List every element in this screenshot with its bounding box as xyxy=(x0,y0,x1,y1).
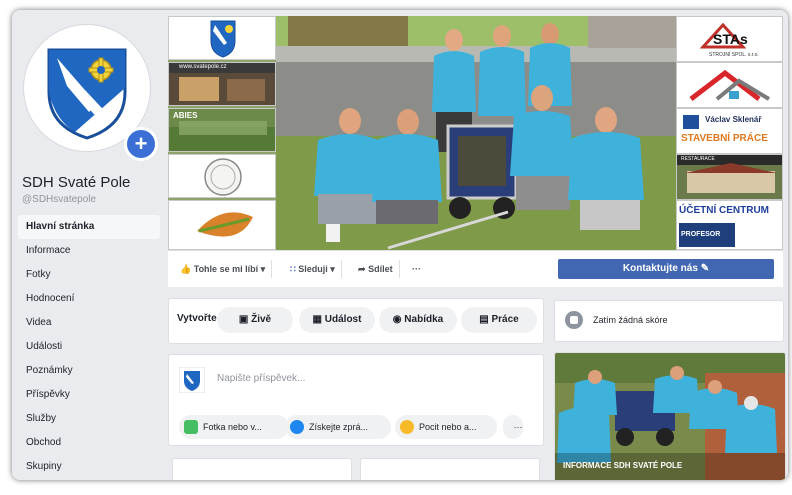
partial-card-right xyxy=(360,458,540,480)
composer-card: Napište příspěvek... Fotka nebo v... Zís… xyxy=(168,354,544,446)
roof-logo xyxy=(689,69,771,101)
coat-of-arms-mini xyxy=(210,20,236,58)
page-avatar-small xyxy=(179,367,205,393)
sklenar-name: Václav Sklenář xyxy=(705,115,762,124)
tag-icon: ◉ xyxy=(392,314,402,325)
sponsor-tile-roof[interactable] xyxy=(676,62,783,108)
job-button[interactable]: ▤ Práce xyxy=(461,307,537,333)
rating-text: Zatím žádná skóre xyxy=(593,315,668,325)
page-navigation: Hlavní stránka Informace Fotky Hodnocení… xyxy=(18,215,160,479)
coat-of-arms-logo xyxy=(47,48,127,140)
rating-card: Zatím žádná skóre xyxy=(554,300,784,342)
photo-icon xyxy=(184,420,198,434)
share-button[interactable]: ➦ Sdílet xyxy=(352,260,400,278)
partial-card-left xyxy=(172,458,352,480)
tile-caption-web: www.svatepole.cz xyxy=(179,64,227,70)
castle-icon xyxy=(683,115,699,129)
page-handle[interactable]: @SDHsvatepole xyxy=(22,194,96,205)
nav-item-services[interactable]: Služby xyxy=(18,407,160,431)
nav-item-events[interactable]: Události xyxy=(18,335,160,359)
rss-icon: ∷ xyxy=(290,264,296,274)
nav-item-reviews[interactable]: Hodnocení xyxy=(18,287,160,311)
nav-item-about[interactable]: Informace xyxy=(18,239,160,263)
briefcase-icon: ▤ xyxy=(479,314,489,325)
cover-photo[interactable]: www.svatepole.cz ABIES STAs STROJNÍ SPOL… xyxy=(168,16,783,250)
composer-input[interactable]: Napište příspěvek... xyxy=(217,373,305,384)
stas-subtitle: STROJNÍ SPOL. s.r.o. xyxy=(709,52,759,58)
tile-caption-abies: ABIES xyxy=(173,111,198,120)
add-photo-button[interactable]: + xyxy=(124,127,158,161)
smiley-icon xyxy=(400,420,414,434)
more-options-button[interactable]: ··· xyxy=(406,260,427,278)
like-button[interactable]: 👍 Tohle se mi líbí ▾ xyxy=(174,260,273,278)
nav-item-posts[interactable]: Příspěvky xyxy=(18,383,160,407)
stamp-logo xyxy=(204,158,242,196)
sponsor-tile-coat-of-arms[interactable] xyxy=(168,16,276,60)
feeling-activity-button[interactable]: Pocit nebo a... xyxy=(395,415,497,439)
follow-button[interactable]: ∷ Sleduji ▾ xyxy=(284,260,342,278)
messenger-icon xyxy=(290,420,304,434)
create-post-card: Vytvořte ▣ Živě ▦ Událost ◉ Nabídka ▤ Pr… xyxy=(168,298,544,344)
facebook-page-window: + SDH Svaté Pole @SDHsvatepole Hlavní st… xyxy=(12,10,788,480)
offer-button[interactable]: ◉ Nabídka xyxy=(379,307,457,333)
speech-bubble-icon xyxy=(565,311,583,329)
get-messages-button[interactable]: Získejte zprá... xyxy=(285,415,391,439)
photo-video-button[interactable]: Fotka nebo v... xyxy=(179,415,289,439)
sponsor-tile-ucetni[interactable]: ÚČETNÍ CENTRUM PROFESOR xyxy=(676,200,783,250)
sponsor-tile-stamp[interactable] xyxy=(168,154,276,198)
sponsor-tile-leaf[interactable] xyxy=(168,200,276,250)
sponsor-tile-village-web[interactable]: www.svatepole.cz xyxy=(168,62,276,106)
share-arrow-icon: ➦ xyxy=(358,264,366,274)
create-label: Vytvořte xyxy=(177,313,217,324)
sponsor-tile-abies[interactable]: ABIES xyxy=(168,108,276,152)
live-button[interactable]: ▣ Živě xyxy=(217,307,293,333)
contact-button[interactable]: Kontaktujte nás ✎ xyxy=(558,259,774,279)
nav-item-shop[interactable]: Obchod xyxy=(18,431,160,455)
sponsor-tile-restaurant[interactable]: RESTAURACE xyxy=(676,154,783,200)
ucetni-title: ÚČETNÍ CENTRUM xyxy=(679,205,769,216)
video-camera-icon: ▣ xyxy=(238,314,249,325)
event-button[interactable]: ▦ Událost xyxy=(299,307,375,333)
stas-logo-text: STAs xyxy=(713,31,748,47)
photo-preview-card[interactable]: INFORMACE SDH SVATÉ POLE xyxy=(554,352,786,480)
pencil-icon: ✎ xyxy=(700,263,710,274)
nav-item-photos[interactable]: Fotky xyxy=(18,263,160,287)
leaf-logo xyxy=(197,212,253,237)
nav-item-videos[interactable]: Videa xyxy=(18,311,160,335)
nav-item-home[interactable]: Hlavní stránka xyxy=(18,215,160,239)
thumbs-up-icon: 👍 xyxy=(180,264,192,274)
restaurant-caption: RESTAURACE xyxy=(681,156,715,162)
nav-item-notes[interactable]: Poznámky xyxy=(18,359,160,383)
nav-item-groups[interactable]: Skupiny xyxy=(18,455,160,479)
more-composer-options[interactable]: ··· xyxy=(503,415,523,439)
sponsor-tile-stas[interactable]: STAs STROJNÍ SPOL. s.r.o. xyxy=(676,16,783,62)
ucetni-subtitle: PROFESOR xyxy=(681,231,721,238)
page-name: SDH Svaté Pole xyxy=(22,174,131,191)
left-sidebar: + SDH Svaté Pole @SDHsvatepole Hlavní st… xyxy=(12,10,164,480)
sklenar-subtitle: STAVEBNÍ PRÁCE xyxy=(681,133,768,144)
photo-caption: INFORMACE SDH SVATÉ POLE xyxy=(563,461,683,470)
sponsor-tile-sklenar[interactable]: Václav Sklenář STAVEBNÍ PRÁCE xyxy=(676,108,783,154)
page-action-bar: 👍 Tohle se mi líbí ▾ ∷ Sleduji ▾ ➦ Sdíle… xyxy=(168,250,783,287)
calendar-icon: ▦ xyxy=(312,314,322,325)
plus-icon: + xyxy=(134,131,148,156)
